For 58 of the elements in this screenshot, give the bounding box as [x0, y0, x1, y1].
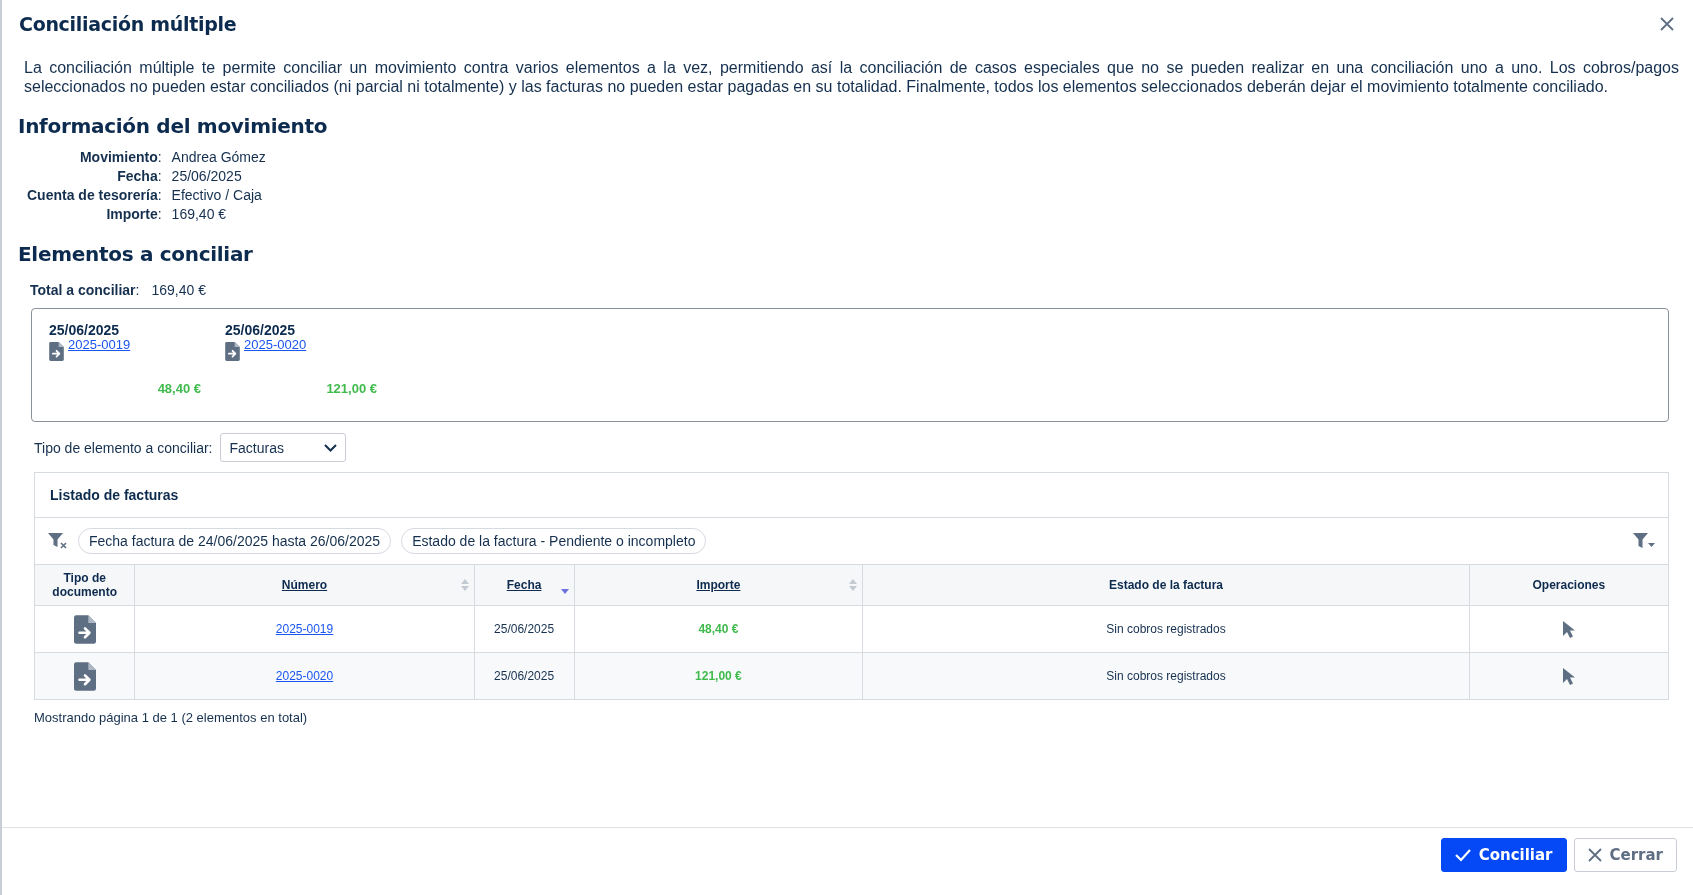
field-value: 25/06/2025: [171, 167, 243, 186]
check-icon: [1454, 848, 1471, 862]
chevron-down-icon: [324, 443, 338, 452]
filter-chip[interactable]: Estado de la factura - Pendiente o incompleto: [401, 528, 707, 554]
filter-menu-button[interactable]: [1633, 532, 1655, 550]
column-header: Tipo de documento: [35, 564, 135, 606]
column-header[interactable]: Fecha: [474, 564, 575, 606]
description-text: La conciliación múltiple te permite conciliar un movimiento contra varios elementos a la vez, permitiendo así la conciliación de casos especiales que no se pueden realizar en una conciliación uno a uno. Los cobros/pagos seleccionados no pueden estar conciliados (ni parcial ni totalmente) y las facturas no pueden estar pagadas en su totalidad. Finalmente, todos los elementos seleccionados deberán dejar el movimiento totalmente conciliado.: [24, 58, 1679, 96]
field-value: Efectivo / Caja: [171, 186, 263, 205]
select-button[interactable]: [1562, 620, 1576, 638]
invoice-number-link[interactable]: 2025-0020: [275, 669, 334, 683]
document-arrow-icon: [73, 661, 96, 691]
invoice-link[interactable]: 2025-0019: [68, 337, 201, 352]
field-label: Cuenta de tesorería:: [27, 186, 162, 205]
column-header[interactable]: Importe: [574, 564, 863, 606]
close-icon: [1587, 848, 1602, 862]
document-arrow-icon: [49, 342, 64, 361]
filter-clear-icon: [48, 532, 68, 550]
column-header: Estado de la factura: [862, 564, 1470, 606]
invoice-date: 25/06/2025: [494, 669, 555, 683]
element-type-select[interactable]: Facturas: [220, 433, 347, 462]
invoice-date: 25/06/2025: [494, 622, 555, 636]
pagination-text: Mostrando página 1 de 1 (2 elementos en total): [34, 710, 309, 725]
column-header[interactable]: Número: [134, 564, 475, 606]
cursor-icon: [1562, 667, 1576, 685]
close-dialog-button[interactable]: Cerrar: [1573, 838, 1677, 872]
element-amount: 48,40 €: [157, 381, 201, 396]
filter-icon: [1633, 532, 1655, 550]
invoice-link[interactable]: 2025-0020: [244, 337, 377, 352]
reconcile-button[interactable]: Conciliar: [1440, 838, 1567, 872]
invoice-amount: 121,00 €: [695, 669, 742, 683]
invoice-amount: 48,40 €: [698, 622, 739, 636]
total-label: Total a conciliar:: [30, 282, 140, 298]
field-label: Movimiento:: [78, 148, 162, 167]
clear-filters-button[interactable]: [48, 532, 68, 550]
field-label: Importe:: [105, 205, 162, 224]
document-arrow-icon: [73, 614, 96, 644]
element-amount: 121,00 €: [326, 381, 377, 396]
dialog-title: Conciliación múltiple: [19, 13, 237, 35]
panel-title: Listado de facturas: [50, 487, 179, 503]
element-date: 25/06/2025: [49, 322, 121, 338]
section-heading: Información del movimiento: [18, 114, 329, 138]
document-arrow-icon: [225, 342, 240, 361]
element-type-label: Tipo de elemento a conciliar:: [34, 439, 213, 456]
column-header: Operaciones: [1469, 564, 1668, 606]
close-icon: [1659, 16, 1675, 32]
field-value: Andrea Gómez: [171, 148, 266, 167]
filter-chip[interactable]: Fecha factura de 24/06/2025 hasta 26/06/2025: [78, 528, 392, 554]
select-button[interactable]: [1562, 667, 1576, 685]
invoice-status: Sin cobros registrados: [1106, 669, 1226, 683]
section-heading: Elementos a conciliar: [18, 242, 254, 266]
total-value: 169,40 €: [151, 282, 206, 298]
element-date: 25/06/2025: [225, 322, 297, 338]
invoice-number-link[interactable]: 2025-0019: [275, 622, 334, 636]
field-value: 169,40 €: [171, 205, 228, 224]
field-label: Fecha:: [116, 167, 162, 186]
cursor-icon: [1562, 620, 1576, 638]
invoice-status: Sin cobros registrados: [1106, 622, 1226, 636]
